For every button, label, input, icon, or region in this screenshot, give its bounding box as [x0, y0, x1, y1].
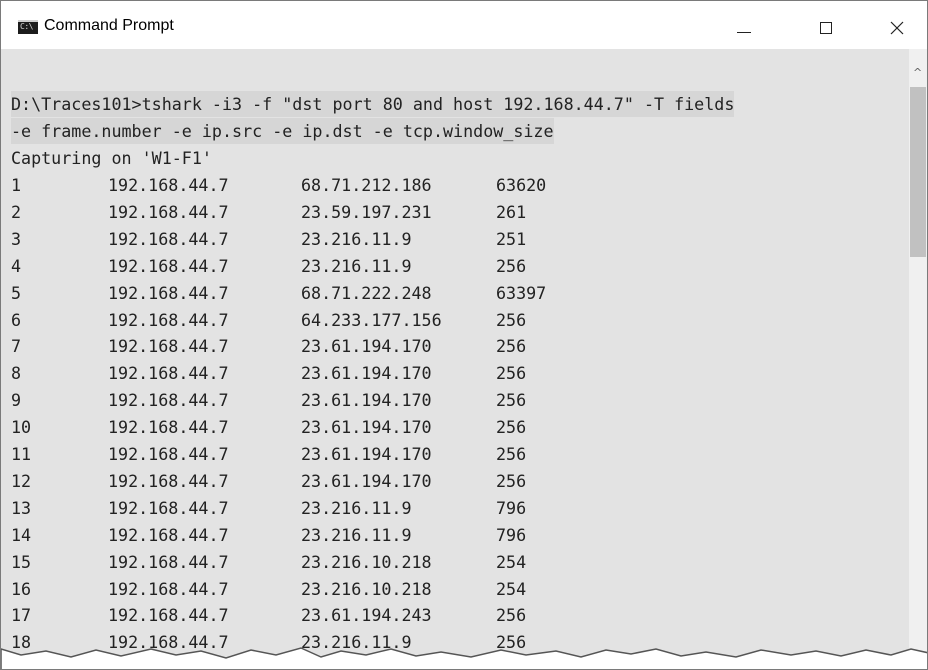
packet-ip-src: 192.168.44.7 — [108, 282, 229, 303]
packet-ip-dst: 23.216.11.9 — [301, 497, 412, 518]
packet-window-size: 256 — [496, 470, 527, 491]
packet-ip-dst: 23.61.194.170 — [301, 417, 432, 438]
command-line-1: D:\Traces101>tshark -i3 -f "dst port 80 … — [11, 91, 735, 117]
packet-ip-dst: 23.216.10.218 — [301, 551, 432, 572]
packet-ip-dst: 23.59.197.231 — [301, 201, 432, 222]
packet-window-size: 256 — [496, 390, 527, 411]
packet-ip-src: 192.168.44.7 — [108, 309, 229, 330]
packet-window-size: 261 — [496, 201, 527, 222]
packet-window-size: 796 — [496, 497, 527, 518]
packet-frame-number: 16 — [11, 578, 32, 599]
command-prompt-window: C:\ Command Prompt D:\Traces101>tshark -… — [0, 0, 928, 670]
packet-window-size: 63397 — [496, 282, 547, 303]
console-output[interactable]: D:\Traces101>tshark -i3 -f "dst port 80 … — [1, 49, 909, 669]
packet-window-size: 254 — [496, 551, 527, 572]
packet-frame-number: 7 — [11, 336, 22, 357]
packet-window-size: 256 — [496, 363, 527, 384]
capture-status-line: Capturing on 'W1-F1' — [11, 148, 212, 168]
packet-ip-dst: 23.61.194.170 — [301, 444, 432, 464]
packet-window-size: 251 — [496, 228, 527, 249]
packet-frame-number: 3 — [11, 228, 22, 249]
packet-frame-number: 1 — [11, 175, 22, 195]
packet-window-size: 256 — [496, 444, 527, 464]
packet-frame-number: 4 — [11, 255, 22, 276]
window-title: Command Prompt — [44, 17, 174, 34]
torn-edge — [1, 647, 927, 669]
packet-ip-src: 192.168.44.7 — [108, 578, 229, 599]
packet-window-size: 63620 — [496, 175, 547, 195]
packet-frame-number: 15 — [11, 551, 32, 572]
packet-frame-number: 11 — [11, 444, 32, 464]
close-icon — [890, 21, 904, 35]
maximize-button[interactable] — [801, 1, 857, 49]
command-prompt-icon[interactable]: C:\ — [18, 20, 38, 34]
packet-ip-src: 192.168.44.7 — [108, 336, 229, 357]
packet-ip-dst: 23.61.194.170 — [301, 470, 432, 491]
packet-ip-src: 192.168.44.7 — [108, 228, 229, 249]
packet-window-size: 796 — [496, 524, 527, 545]
packet-ip-src: 192.168.44.7 — [108, 497, 229, 518]
vertical-scrollbar[interactable]: ^ — [909, 49, 927, 669]
packet-frame-number: 5 — [11, 282, 22, 303]
packet-window-size: 256 — [496, 417, 527, 438]
command-line-2: -e frame.number -e ip.src -e ip.dst -e t… — [11, 118, 554, 144]
packet-frame-number: 12 — [11, 470, 32, 491]
packet-frame-number: 8 — [11, 363, 22, 384]
scroll-thumb[interactable] — [910, 87, 926, 257]
packet-frame-number: 17 — [11, 605, 32, 626]
packet-ip-dst: 23.61.194.170 — [301, 363, 432, 384]
packet-ip-dst: 23.216.11.9 — [301, 524, 412, 545]
scroll-up-arrow-icon[interactable]: ^ — [913, 67, 922, 78]
packet-ip-src: 192.168.44.7 — [108, 201, 229, 222]
packet-frame-number: 10 — [11, 417, 32, 438]
packet-ip-dst: 68.71.222.248 — [301, 282, 432, 303]
packet-window-size: 256 — [496, 336, 527, 357]
packet-frame-number: 14 — [11, 524, 32, 545]
packet-ip-src: 192.168.44.7 — [108, 470, 229, 491]
packet-ip-src: 192.168.44.7 — [108, 390, 229, 411]
packet-ip-dst: 68.71.212.186 — [301, 175, 432, 195]
packet-ip-src: 192.168.44.7 — [108, 551, 229, 572]
packet-ip-dst: 23.216.10.218 — [301, 578, 432, 599]
packet-ip-dst: 23.216.11.9 — [301, 255, 412, 276]
packet-ip-src: 192.168.44.7 — [108, 444, 229, 464]
packet-ip-dst: 23.61.194.243 — [301, 605, 432, 626]
packet-window-size: 254 — [496, 578, 527, 599]
packet-ip-src: 192.168.44.7 — [108, 363, 229, 384]
packet-window-size: 256 — [496, 255, 527, 276]
title-bar[interactable]: C:\ Command Prompt — [1, 1, 927, 49]
packet-window-size: 256 — [496, 605, 527, 626]
packet-frame-number: 2 — [11, 201, 22, 222]
packet-ip-dst: 23.216.11.9 — [301, 228, 412, 249]
packet-ip-src: 192.168.44.7 — [108, 605, 229, 626]
packet-ip-dst: 23.61.194.170 — [301, 390, 432, 411]
packet-ip-src: 192.168.44.7 — [108, 417, 229, 438]
packet-ip-src: 192.168.44.7 — [108, 524, 229, 545]
packet-frame-number: 13 — [11, 497, 32, 518]
icon-label: C:\ — [20, 22, 33, 31]
packet-frame-number: 6 — [11, 309, 22, 330]
packet-ip-dst: 64.233.177.156 — [301, 309, 442, 330]
packet-ip-dst: 23.61.194.170 — [301, 336, 432, 357]
packet-window-size: 256 — [496, 309, 527, 330]
packet-ip-src: 192.168.44.7 — [108, 175, 229, 195]
close-button[interactable] — [867, 1, 927, 49]
packet-ip-src: 192.168.44.7 — [108, 255, 229, 276]
packet-frame-number: 9 — [11, 390, 22, 411]
minimize-button[interactable] — [717, 1, 773, 49]
